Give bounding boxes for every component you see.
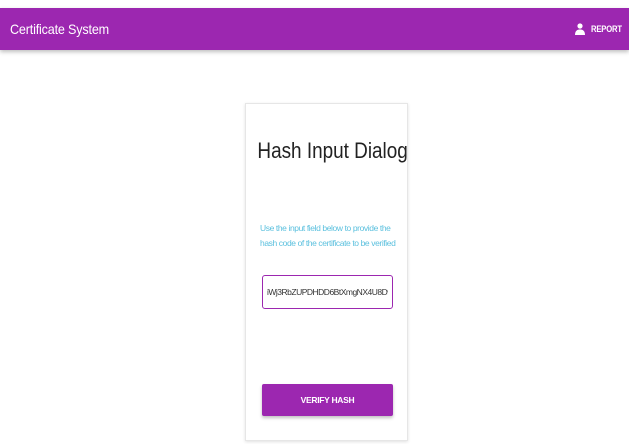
app-title: Certificate System (10, 21, 109, 37)
dialog-title: Hash Input Dialog (257, 138, 408, 163)
person-icon (574, 23, 585, 35)
dialog-instruction: Use the input field below to provide the… (260, 223, 396, 248)
report-button[interactable]: REPORT (574, 23, 629, 35)
hash-input[interactable] (262, 275, 393, 309)
hash-input-dialog: Hash Input Dialog Use the input field be… (245, 103, 408, 441)
app-bar: Certificate System REPORT (0, 8, 629, 50)
report-label: REPORT (590, 24, 622, 34)
verify-hash-button[interactable]: VERIFY HASH (262, 384, 393, 416)
